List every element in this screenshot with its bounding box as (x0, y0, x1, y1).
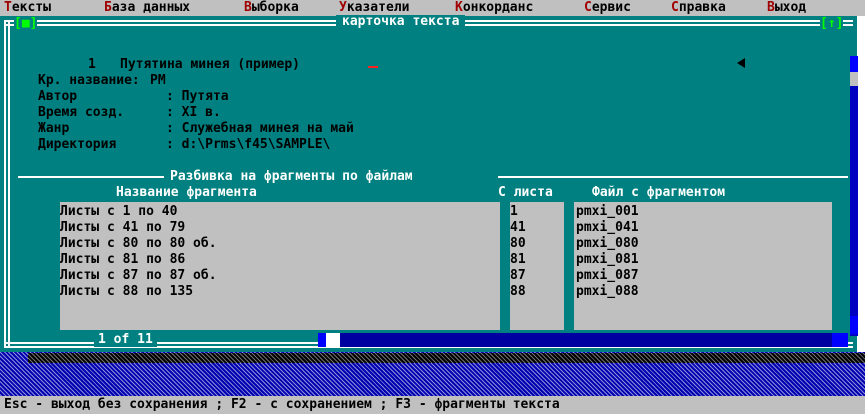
fragment-name-cell: Листы с 87 по 87 об. (60, 268, 217, 283)
file-cell: pmxi_001 (576, 204, 639, 219)
menu-concordance[interactable]: Конкорданс (455, 1, 533, 15)
sheet-cell: 88 (510, 284, 526, 299)
horizontal-scroll-thumb[interactable] (318, 333, 340, 347)
field-author-label: Автор (38, 89, 78, 104)
menu-indexes[interactable]: Указатели (339, 1, 409, 15)
field-author-value[interactable]: : Путята (166, 90, 229, 104)
section-title: Разбивка на фрагменты по файлам (170, 169, 413, 184)
text-cursor (368, 66, 378, 68)
scroll-down-arrow-icon[interactable] (850, 316, 858, 334)
fragment-name-cell: Листы с 80 по 80 об. (60, 236, 217, 251)
field-short-name-value[interactable]: PM (150, 74, 166, 88)
window-title: карточка текста (336, 15, 466, 29)
menu-service[interactable]: Сервис (584, 1, 631, 15)
sheet-cell: 80 (510, 236, 526, 251)
column-header-name: Название фрагмента (116, 185, 257, 200)
frame-left (4, 20, 10, 348)
column-header-sheet: С листа (498, 185, 553, 200)
menu-texts[interactable]: Тексты (4, 1, 51, 15)
vertical-scrollbar[interactable] (850, 56, 858, 336)
menu-help[interactable]: Справка (671, 1, 726, 15)
column-header-file: Файл с фрагментом (592, 185, 726, 200)
field-short-name-label: Кр. название: (38, 73, 140, 88)
field-genre-value[interactable]: : Служебная минея на май (166, 122, 354, 136)
fragment-name-cell: Листы с 88 по 135 (60, 284, 194, 299)
file-cell: pmxi_087 (576, 268, 639, 283)
record-pager: 1 of 11 (94, 333, 157, 347)
sheet-cell: 81 (510, 252, 526, 267)
maximize-window-button[interactable]: [↑] (820, 17, 844, 31)
fragment-name-cell: Листы с 41 по 79 (60, 220, 186, 235)
file-cell: pmxi_088 (576, 284, 639, 299)
card-number: 1 (88, 57, 96, 72)
menu-database[interactable]: База данных (104, 1, 190, 15)
scroll-up-arrow-icon[interactable] (850, 56, 858, 72)
field-created-label: Время созд. (38, 105, 125, 120)
fragment-name-cell: Листы с 81 по 86 (60, 252, 186, 267)
field-directory-value[interactable]: : d:\Prms\f45\SAMPLE\ (166, 138, 330, 152)
section-divider-left (18, 176, 164, 178)
section-divider-right (498, 176, 848, 178)
sheet-cell: 87 (510, 268, 526, 283)
status-bar: Esc - выход без сохранения ; F2 - с сохр… (0, 396, 865, 414)
file-cell: pmxi_080 (576, 236, 639, 251)
left-arrow-icon[interactable] (737, 58, 745, 68)
vertical-scroll-thumb[interactable] (850, 72, 858, 86)
window-shadow (28, 353, 865, 363)
status-hint-text: Esc - выход без сохранения ; F2 - с сохр… (4, 397, 560, 412)
menu-exit[interactable]: Выход (767, 1, 806, 15)
file-cell: pmxi_041 (576, 220, 639, 235)
menu-selection[interactable]: Выборка (244, 1, 299, 15)
field-directory-label: Директория (38, 137, 117, 152)
close-window-button[interactable]: [■] (14, 17, 38, 31)
sheet-cell: 1 (510, 204, 518, 219)
file-cell: pmxi_081 (576, 252, 639, 267)
sheet-cell: 41 (510, 220, 526, 235)
field-created-value[interactable]: : XI в. (166, 106, 221, 120)
horizontal-scrollbar[interactable] (318, 333, 848, 347)
card-name[interactable]: Путятина минея (пример) (120, 58, 300, 72)
field-genre-label: Жанр (38, 121, 70, 136)
fragment-name-cell: Листы с 1 по 40 (60, 204, 178, 219)
scroll-right-arrow-icon[interactable] (832, 333, 848, 347)
